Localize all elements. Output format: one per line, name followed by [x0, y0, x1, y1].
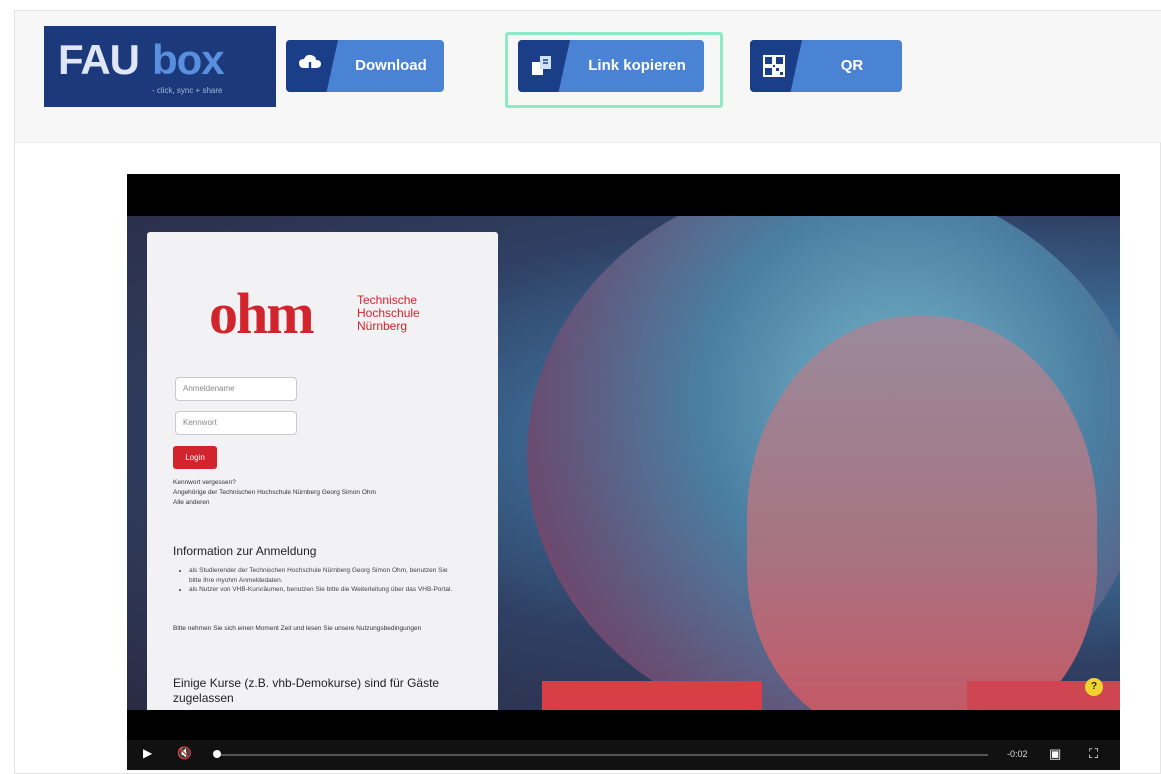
copy-link-button[interactable]: Link kopieren [518, 40, 704, 92]
qr-code-icon [750, 40, 802, 92]
omega-foot-left [542, 681, 762, 710]
play-icon[interactable]: ▶ [143, 746, 152, 760]
username-field: Anmeldename [175, 377, 297, 401]
institution-line-3: Nürnberg [357, 319, 408, 333]
info-list: als Studierender der Technischen Hochsch… [183, 566, 453, 595]
members-login-link: Angehörige der Technischen Hochschule Nü… [173, 489, 376, 496]
info-heading: Information zur Anmeldung [173, 544, 317, 558]
terms-notice: Bitte nehmen Sie sich einen Moment Zeit … [173, 625, 422, 632]
info-bullet-2: als Nutzer von VHB-Kursräumen, benutzen … [189, 585, 453, 595]
faubox-logo[interactable]: FAU box - click, sync + share [44, 26, 276, 107]
fullscreen-icon[interactable]: ⛶ [1089, 746, 1098, 762]
help-icon: ? [1085, 678, 1103, 696]
login-panel: ohm Technische Hochschule Nürnberg Anmel… [147, 232, 498, 710]
download-label: Download [355, 57, 427, 74]
time-remaining: -0:02 [1007, 749, 1028, 759]
logo-brand-left: FAU [58, 36, 140, 83]
password-field: Kennwort [175, 411, 297, 435]
cloud-download-icon [286, 40, 338, 92]
seek-bar[interactable] [215, 754, 988, 756]
omega-graphic-inner [747, 316, 1097, 710]
page-frame: FAU box - click, sync + share Download L… [14, 10, 1161, 774]
qr-label: QR [840, 57, 864, 74]
qr-button[interactable]: QR [750, 40, 902, 92]
picture-in-picture-icon[interactable]: ▣ [1049, 746, 1061, 762]
video-controls: ▶ 🔇 -0:02 ▣ ⛶ [127, 740, 1120, 770]
info-bullet-1: als Studierender der Technischen Hochsch… [189, 566, 453, 585]
forgot-password-link: Kennwort vergessen? [173, 479, 236, 486]
logo-tagline: - click, sync + share [152, 86, 223, 95]
copy-link-icon [518, 40, 570, 92]
top-toolbar: FAU box - click, sync + share Download L… [15, 11, 1161, 143]
download-button[interactable]: Download [286, 40, 444, 92]
seek-handle[interactable] [213, 750, 221, 758]
logo-brand-right: box [152, 36, 225, 83]
institution-name: Technische Hochschule Nürnberg [357, 294, 420, 333]
video-frame: ohm Technische Hochschule Nürnberg Anmel… [127, 216, 1120, 710]
guest-heading: Einige Kurse (z.B. vhb-Demokurse) sind f… [173, 676, 440, 705]
others-login-link: Alle anderen [173, 499, 210, 506]
copy-link-label: Link kopieren [588, 57, 686, 74]
login-button: Login [173, 446, 217, 469]
video-player[interactable]: ohm Technische Hochschule Nürnberg Anmel… [127, 174, 1120, 770]
ohm-logo: ohm [209, 281, 315, 346]
mute-icon[interactable]: 🔇 [177, 746, 192, 760]
